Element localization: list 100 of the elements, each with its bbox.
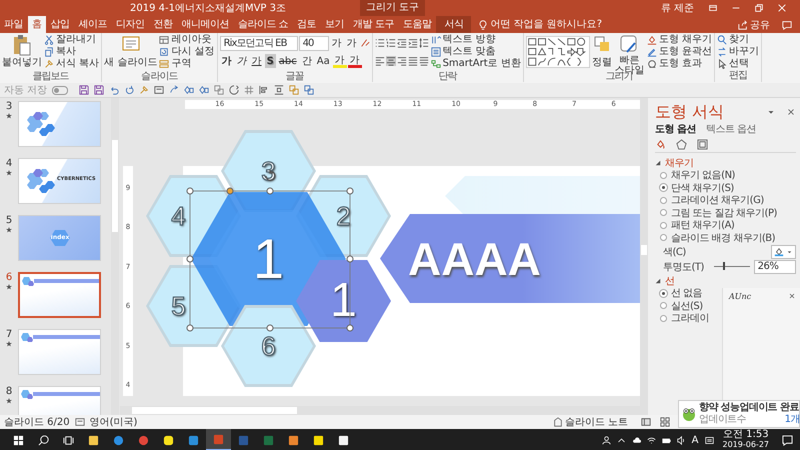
ribbon-tab[interactable]: 삽입	[46, 16, 74, 33]
ribbon-command[interactable]: 도형 윤곽선	[646, 46, 712, 58]
redo-icon[interactable]	[124, 85, 134, 95]
ribbon-tab[interactable]: 도움말	[398, 16, 436, 33]
input-mode-indicator[interactable]: A	[692, 434, 698, 446]
notification-icon[interactable]	[782, 434, 793, 446]
comment-icon[interactable]	[782, 20, 792, 30]
pane-tab[interactable]: 도형 옵션	[655, 122, 696, 136]
scrollbar[interactable]	[120, 406, 640, 415]
ribbon-command[interactable]: SmartArt로 변환	[430, 58, 521, 70]
font-style-button[interactable]: 가	[332, 54, 347, 68]
radio-button[interactable]	[660, 234, 667, 242]
save-icon[interactable]	[79, 85, 90, 95]
shapes-icon[interactable]	[184, 85, 194, 95]
close-icon[interactable]	[786, 107, 796, 117]
ribbon-command[interactable]: 복사	[44, 46, 100, 58]
scrollbar[interactable]	[111, 98, 119, 415]
radio-button[interactable]	[660, 172, 667, 179]
ribbon-tab[interactable]: 애니메이션	[178, 16, 233, 33]
ribbon-tab[interactable]: 전환	[150, 16, 176, 33]
font-style-button[interactable]: 가	[348, 54, 362, 68]
font-name-field[interactable]: Rix모던고딕 EB	[220, 36, 298, 50]
tell-me-search-field[interactable]: 어떤 작업을 원하시나요?	[488, 19, 642, 30]
numbered-list-icon[interactable]	[386, 38, 396, 48]
autosave-toggle[interactable]	[52, 86, 68, 94]
grid-icon[interactable]	[244, 85, 254, 95]
shapes-icon[interactable]	[199, 85, 210, 95]
section-heading[interactable]: 선	[665, 274, 674, 288]
normal-view-icon[interactable]	[641, 417, 651, 427]
spelling-icon[interactable]	[74, 417, 85, 427]
undo-icon[interactable]	[109, 85, 120, 95]
ribbon-command[interactable]: 도형 채우기	[646, 34, 712, 46]
share-button[interactable]: 공유	[738, 18, 770, 32]
clock-date[interactable]: 2019-06-27	[722, 440, 769, 450]
ribbon-tab[interactable]: 홈	[28, 16, 46, 33]
line-spacing-icon[interactable]	[418, 38, 429, 48]
expand-triangle-icon[interactable]	[655, 160, 661, 166]
bring-forward-icon[interactable]	[289, 85, 300, 95]
expand-triangle-icon[interactable]	[655, 278, 661, 284]
radio-button[interactable]	[660, 222, 667, 229]
transparency-field[interactable]: 26%	[754, 260, 796, 274]
ribbon-tab[interactable]: 셰이프	[74, 16, 111, 33]
paintbrush-icon[interactable]	[139, 85, 150, 95]
align-objects-icon[interactable]	[259, 85, 270, 95]
save-icon[interactable]	[94, 85, 104, 95]
font-style-button[interactable]: Aa	[314, 54, 332, 68]
ribbon-command[interactable]: 바꾸기	[717, 46, 760, 58]
font-style-button[interactable]: 가	[220, 54, 234, 68]
slide-thumbnail[interactable]	[18, 272, 101, 318]
font-style-button[interactable]: 가	[234, 54, 249, 68]
restore-icon[interactable]	[754, 3, 764, 13]
ribbon-tab[interactable]: 디자인	[112, 16, 148, 33]
scrollbar[interactable]	[640, 98, 648, 415]
arrange-button[interactable]: 정렬	[592, 34, 612, 71]
ribbon-command[interactable]: 텍스트 방향	[430, 34, 521, 46]
shape-gallery[interactable]	[526, 36, 590, 68]
radio-button[interactable]	[660, 302, 667, 310]
clear-formatting-icon[interactable]	[360, 38, 370, 48]
language-label[interactable]: 영어(미국)	[90, 415, 138, 429]
ribbon-command[interactable]: 도형 효과	[646, 58, 712, 70]
new-slide-button[interactable]: 새 슬라이드	[104, 34, 158, 71]
ribbon-tab[interactable]: 서식	[436, 16, 472, 33]
align-text-icon[interactable]	[386, 56, 396, 66]
font-style-button[interactable]: S	[264, 54, 276, 68]
send-backward-icon[interactable]	[304, 85, 314, 95]
bullet-list-icon[interactable]	[374, 38, 385, 48]
align-text-icon[interactable]	[418, 56, 429, 66]
font-style-button[interactable]: abc	[276, 54, 299, 68]
ribbon-display-icon[interactable]	[708, 3, 718, 13]
align-text-icon[interactable]	[408, 56, 418, 66]
size-icon[interactable]	[697, 138, 708, 150]
distribute-icon[interactable]	[274, 85, 284, 95]
windows-logo-icon[interactable]	[13, 434, 24, 446]
decrease-indent-icon[interactable]	[396, 38, 407, 48]
chevron-up-icon[interactable]	[616, 436, 626, 444]
ribbon-tab[interactable]: 슬라이드 쇼	[234, 16, 292, 33]
wifi-icon[interactable]	[646, 436, 656, 444]
ribbon-command[interactable]: 서식 복사	[44, 58, 100, 70]
paint-bucket-icon[interactable]	[655, 138, 666, 150]
ribbon-command[interactable]: 구역	[159, 58, 215, 70]
battery-icon[interactable]	[662, 436, 671, 444]
ribbon-command[interactable]: 선택	[717, 58, 760, 70]
font-style-button[interactable]: 가	[250, 54, 264, 68]
ribbon-command[interactable]: 찾기	[717, 34, 760, 46]
color-picker-button[interactable]	[771, 244, 796, 258]
ribbon-tab[interactable]: 검토	[293, 16, 320, 33]
align-text-icon[interactable]	[396, 56, 407, 66]
notification-toast[interactable]: 향약 성능업데이트 완료! 업데이트수 1개	[678, 400, 800, 428]
clock-time[interactable]: 오전 1:53	[722, 430, 769, 440]
ribbon-tab[interactable]: 개발 도구	[349, 16, 398, 33]
group-icon[interactable]	[214, 85, 224, 95]
pane-tab[interactable]: 텍스트 옵션	[706, 122, 756, 136]
person-icon[interactable]	[602, 436, 611, 444]
speaker-icon[interactable]	[676, 436, 686, 444]
radio-button[interactable]	[660, 209, 667, 216]
slide-sorter-icon[interactable]	[660, 417, 670, 427]
ribbon-tab[interactable]: 파일	[0, 16, 27, 33]
section-heading[interactable]: 채우기	[665, 156, 694, 170]
font-style-button[interactable]: 간	[300, 54, 314, 68]
cloud-icon[interactable]	[632, 436, 641, 444]
